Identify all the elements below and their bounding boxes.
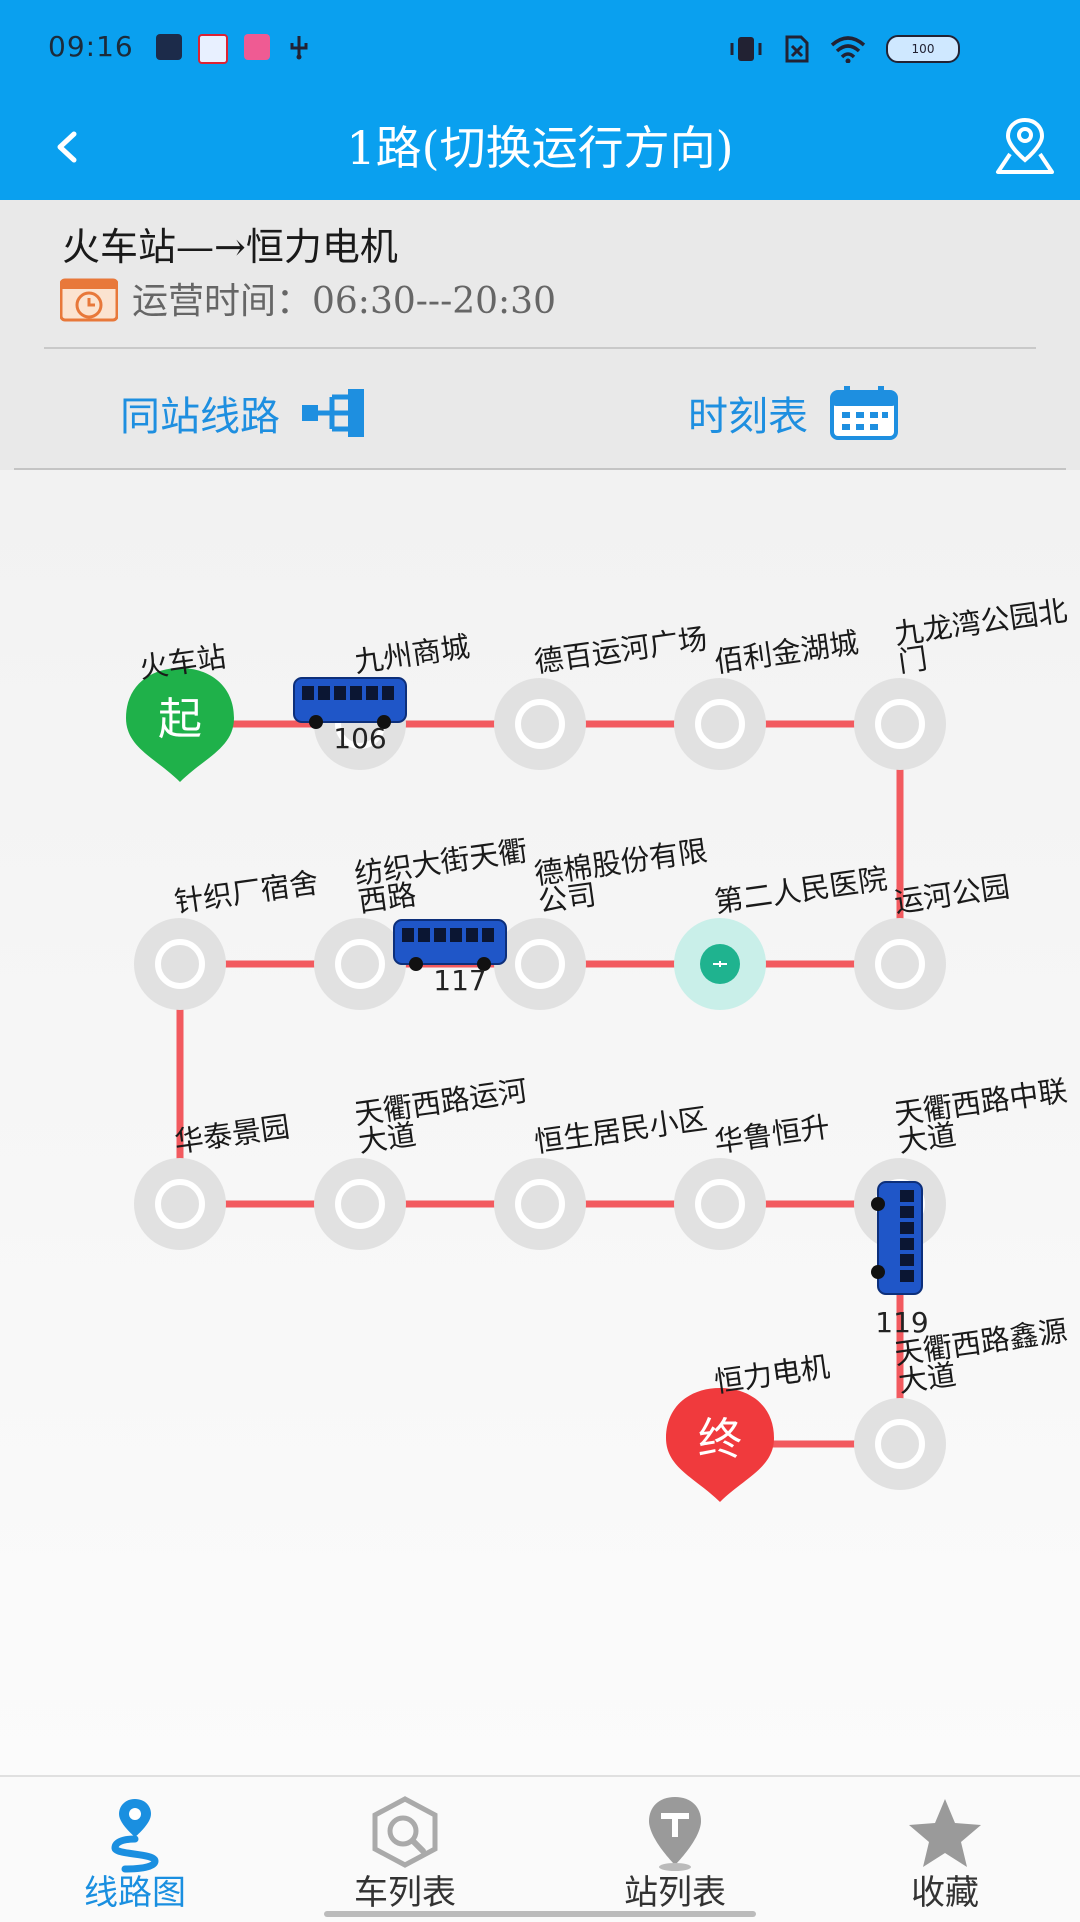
nav-favorites[interactable]: 收藏 — [810, 1777, 1080, 1922]
nav-route-map[interactable]: 线路图 — [0, 1777, 270, 1922]
wifi-icon — [830, 36, 866, 63]
route-map-icon — [111, 1799, 159, 1873]
route-map: 起终 火车站 九州商城 德百运河广场 佰利金湖城 九龙湾公园北门 运河公园 第二人民医院 德棉… — [0, 470, 1080, 1775]
station-label: 德棉股份有限公司 — [532, 833, 713, 919]
station-node[interactable] — [134, 918, 226, 1010]
station-node[interactable] — [314, 918, 406, 1010]
station-node[interactable] — [674, 678, 766, 770]
station-node[interactable] — [854, 1398, 946, 1490]
station-label: 华鲁恒升 — [712, 1109, 832, 1159]
battery-icon: 100 — [886, 35, 960, 63]
branch-lines-icon — [302, 389, 364, 437]
bus-117[interactable]: 117 — [393, 919, 507, 997]
station-label: 九龙湾公园北门 — [892, 593, 1073, 679]
station-label: 华泰景园 — [172, 1109, 292, 1159]
station-label: 针织厂宿舍 — [172, 865, 320, 919]
status-time: 09:16 — [48, 30, 134, 63]
timetable-label: 时刻表 — [688, 394, 808, 440]
station-label: 德百运河广场 — [532, 621, 709, 679]
bus-number: 106 — [333, 722, 386, 755]
station-node[interactable] — [854, 918, 946, 1010]
route-direction: 火车站—→恒力电机 — [62, 225, 398, 269]
same-station-lines-label: 同站线路 — [120, 394, 280, 440]
station-label: 恒生居民小区 — [532, 1101, 709, 1159]
home-indicator — [324, 1911, 756, 1917]
no-sim-icon — [785, 35, 809, 63]
nav-station-list[interactable]: 站列表 — [540, 1777, 810, 1922]
station-node[interactable] — [674, 918, 766, 1010]
station-label: 运河公园 — [892, 869, 1012, 919]
station-node[interactable] — [494, 1158, 586, 1250]
operating-time: 运营时间：06:30---20:30 — [132, 281, 556, 322]
nav-bus-list[interactable]: 车列表 — [270, 1777, 540, 1922]
bus-number: 119 — [875, 1306, 928, 1339]
station-node[interactable] — [314, 1158, 406, 1250]
status-icons-left — [156, 34, 312, 64]
nav-label: 站列表 — [624, 1873, 726, 1913]
usb-icon — [286, 34, 312, 60]
status-bar: 09:16 100 — [0, 0, 1080, 96]
compass-app-icon — [198, 34, 228, 64]
station-label: 天衢西路运河大道 — [352, 1073, 533, 1159]
status-icons-right: 100 — [728, 34, 960, 64]
station-label: 佰利金湖城 — [712, 625, 860, 679]
bilibili-app-icon — [244, 34, 270, 60]
station-node[interactable] — [674, 1158, 766, 1250]
start-marker[interactable]: 起 — [126, 668, 234, 782]
station-label: 纺织大街天衢西路 — [352, 833, 533, 919]
station-node[interactable] — [494, 678, 586, 770]
security-notification-icon — [156, 34, 182, 60]
page-title-switch-direction[interactable]: 1路(切换运行方向) — [0, 112, 1080, 178]
nav-label: 收藏 — [911, 1873, 979, 1913]
marker-label: 终 — [698, 1414, 742, 1465]
bus-119[interactable]: 119 — [871, 1181, 929, 1339]
station-list-icon — [649, 1797, 701, 1871]
nav-label: 线路图 — [84, 1873, 186, 1913]
station-node[interactable] — [134, 1158, 226, 1250]
station-label: 恒力电机 — [712, 1349, 832, 1399]
same-station-lines-button[interactable]: 同站线路 — [120, 384, 368, 442]
route-diagram: 起终 火车站 九州商城 德百运河广场 佰利金湖城九龙湾公园北门运河公园第二人民医院德棉… — [126, 593, 1073, 1502]
end-marker[interactable]: 终 — [666, 1388, 774, 1502]
bus-icon — [871, 1181, 923, 1295]
station-node[interactable] — [494, 918, 586, 1010]
station-label: 天衢西路中联大道 — [892, 1073, 1073, 1159]
star-icon — [909, 1799, 981, 1867]
map-location-icon[interactable] — [992, 114, 1058, 180]
bus-number: 117 — [433, 964, 486, 997]
app-header: 1路(切换运行方向) — [0, 96, 1080, 200]
divider — [44, 347, 1036, 349]
clock-icon — [59, 278, 119, 322]
bottom-navigation: 线路图 车列表 站列表 收藏 — [0, 1775, 1080, 1922]
station-label: 九州商城 — [352, 629, 472, 679]
bus-list-icon — [372, 1796, 438, 1868]
timetable-button[interactable]: 时刻表 — [688, 384, 898, 442]
station-label: 第二人民医院 — [712, 861, 889, 919]
route-info-panel: 火车站—→恒力电机 运营时间：06:30---20:30 同站线路 时刻表 — [0, 200, 1080, 500]
vibrate-icon — [730, 37, 762, 61]
nav-label: 车列表 — [354, 1873, 456, 1913]
marker-label: 起 — [158, 694, 202, 745]
station-node[interactable] — [854, 678, 946, 770]
calendar-icon — [830, 386, 898, 440]
